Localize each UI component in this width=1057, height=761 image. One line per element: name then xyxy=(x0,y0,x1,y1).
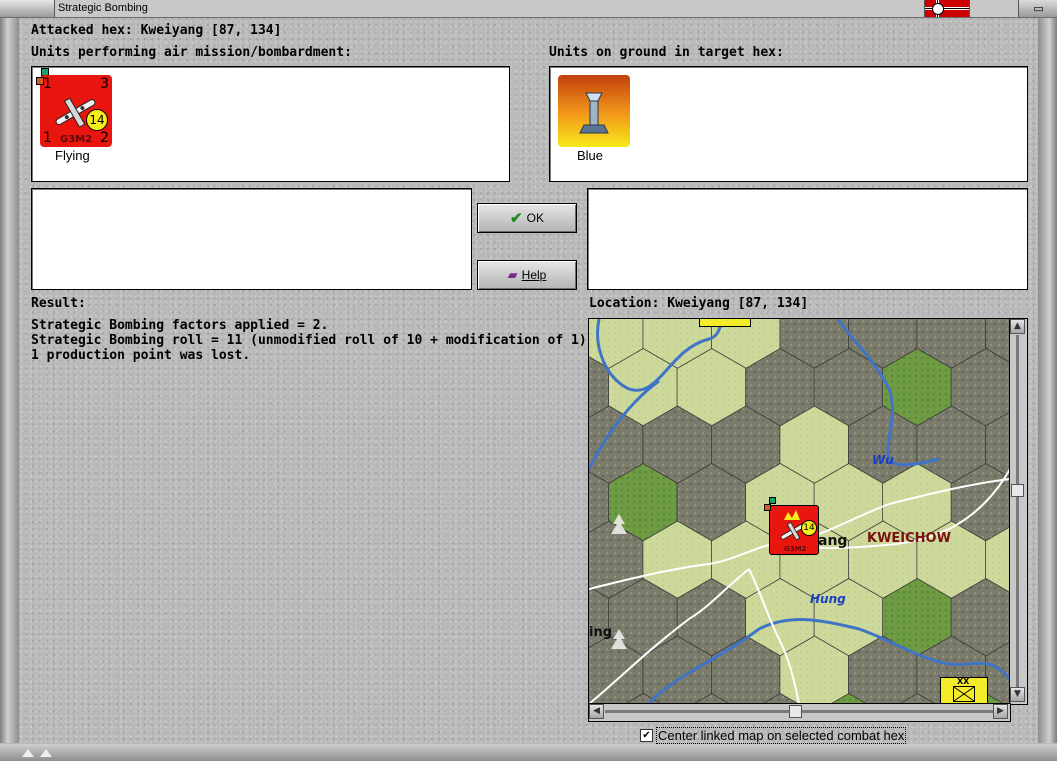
air-unit-status: Flying xyxy=(55,148,90,163)
resize-up-icon[interactable] xyxy=(22,749,34,757)
result-line: 1 production point was lost. xyxy=(31,348,251,363)
unit-type-label: G3M2 xyxy=(784,545,807,553)
scroll-left-icon[interactable]: ◀ xyxy=(589,704,604,719)
result-line: Strategic Bombing factors applied = 2. xyxy=(31,318,329,333)
ok-button-label: OK xyxy=(526,211,544,225)
ground-units-list[interactable]: Blue xyxy=(549,66,1028,182)
result-header: Result: xyxy=(31,296,86,311)
title-grip xyxy=(0,0,55,17)
air-unit-counter[interactable]: 1 3 14 1 G3M2 2 xyxy=(36,75,112,147)
factory-smokestack-icon xyxy=(579,92,609,134)
defender-details-panel xyxy=(587,188,1028,290)
ok-button[interactable]: ✔ OK xyxy=(477,203,577,233)
infantry-symbol-icon xyxy=(953,686,975,702)
river-label-hung: Hung xyxy=(810,592,846,606)
location-header: Location: Kweiyang [87, 134] xyxy=(589,296,809,311)
result-text: Strategic Bombing factors applied = 2. St… xyxy=(31,318,595,363)
city-label: ang xyxy=(818,533,848,549)
window-frame-right xyxy=(1038,18,1057,743)
air-units-list[interactable]: 1 3 14 1 G3M2 2 Flying xyxy=(31,66,510,182)
partial-city-label: ing xyxy=(589,625,613,640)
horizontal-scroll-thumb[interactable] xyxy=(789,705,802,718)
status-indicator-icon xyxy=(769,497,776,504)
river-label-wu: Wu xyxy=(872,453,894,467)
scroll-right-icon[interactable]: ▶ xyxy=(993,704,1008,719)
help-button[interactable]: ▰ Help xyxy=(477,260,577,290)
unit-size-label: XX xyxy=(957,677,970,686)
map-horizontal-scrollbar[interactable]: ◀ ▶ xyxy=(588,703,1011,722)
center-map-label[interactable]: Center linked map on selected combat hex xyxy=(656,727,907,744)
unit-type-label: G3M2 xyxy=(60,134,93,145)
window-frame-left xyxy=(0,18,19,743)
province-label: KWEICHOW xyxy=(867,531,951,546)
window-title: Strategic Bombing xyxy=(58,2,148,14)
map-vertical-scrollbar[interactable]: ▲ ▼ xyxy=(1009,318,1028,705)
ground-units-header: Units on ground in target hex: xyxy=(549,45,784,60)
unit-bottom-left-value: 1 xyxy=(43,130,52,146)
center-map-checkbox[interactable]: ✔ xyxy=(640,729,653,742)
air-units-header: Units performing air mission/bombardment… xyxy=(31,45,352,60)
close-icon[interactable]: ▭ xyxy=(1018,0,1057,17)
unit-strength-badge: 14 xyxy=(86,109,108,131)
ground-unit-counter[interactable] xyxy=(558,75,630,147)
location-map[interactable]: 14 G3M2 ang KWEICHOW Wu Hung ing XX xyxy=(588,318,1011,705)
ground-unit-label: Blue xyxy=(577,148,604,163)
checkmark-icon: ✔ xyxy=(510,210,523,227)
help-book-icon: ▰ xyxy=(507,267,518,282)
attacker-details-panel xyxy=(31,188,472,290)
scroll-down-icon[interactable]: ▼ xyxy=(1010,687,1025,702)
title-bar[interactable]: Strategic Bombing ▭ xyxy=(0,0,1057,18)
help-button-label: Help xyxy=(521,268,547,282)
corner-unit-counter[interactable]: XX xyxy=(940,677,988,704)
vertical-scroll-thumb[interactable] xyxy=(1011,484,1024,497)
unit-bottom-right-value: 2 xyxy=(100,130,109,146)
scroll-track xyxy=(1016,335,1019,687)
resize-up-icon[interactable] xyxy=(40,749,52,757)
scroll-up-icon[interactable]: ▲ xyxy=(1010,319,1025,334)
result-line: Strategic Bombing roll = 11 (unmodified … xyxy=(31,333,595,348)
partial-unit-counter[interactable] xyxy=(699,319,751,327)
unit-strength-badge: 14 xyxy=(801,520,817,536)
attacked-hex-label: Attacked hex: Kweiyang [87, 134] xyxy=(31,23,282,38)
map-air-unit-counter[interactable]: 14 G3M2 xyxy=(764,497,819,555)
window-frame-bottom xyxy=(0,744,1057,761)
strategic-bombing-window: Strategic Bombing ▭ Attacked hex: Kweiya… xyxy=(0,0,1057,761)
nation-flag-icon xyxy=(924,0,970,17)
